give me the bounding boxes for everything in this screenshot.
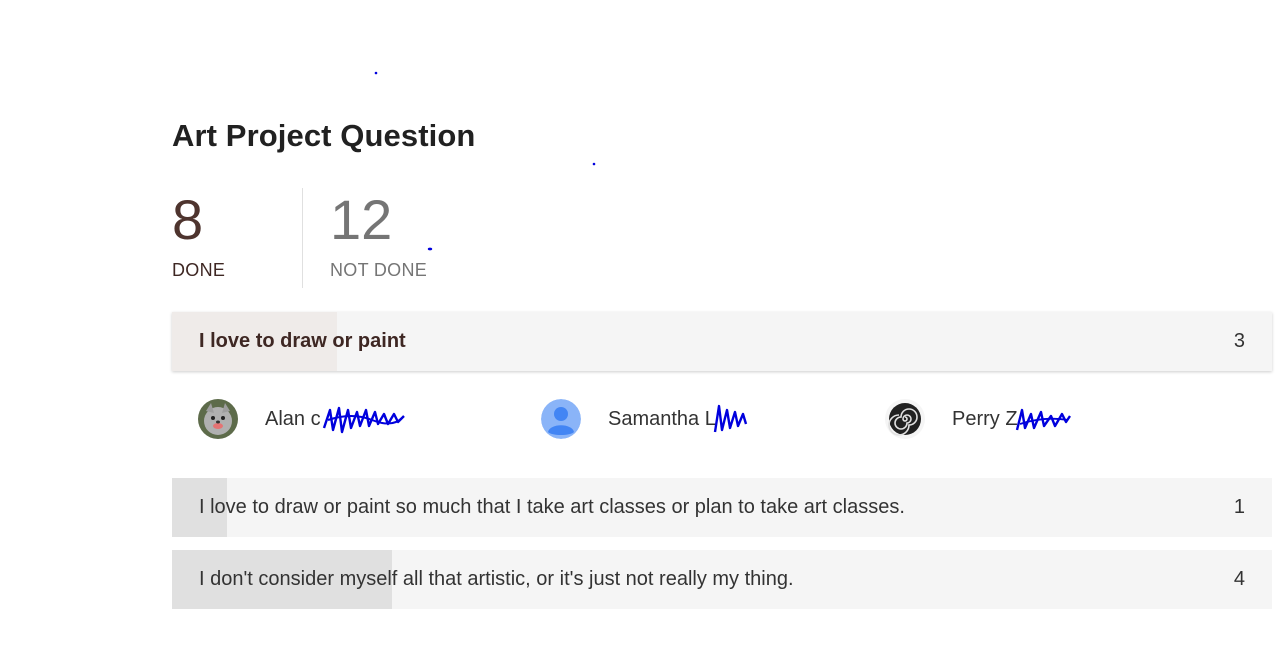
student-samantha[interactable]: Samantha L [541, 398, 716, 440]
stats-divider [302, 188, 303, 288]
answer-row-not-artistic[interactable]: I don't consider myself all that artisti… [172, 550, 1272, 609]
wolf-photo-avatar [198, 399, 238, 439]
done-label: DONE [172, 260, 226, 280]
spiral-shell-avatar [885, 399, 925, 439]
not-done-count: 12 [330, 188, 393, 251]
completion-stats: 8 DONE 12 NOT DONE [172, 186, 572, 288]
answer-count: 4 [1233, 568, 1245, 590]
answer-text: I love to draw or paint [199, 330, 406, 352]
done-stat[interactable]: 8 DONE [172, 186, 225, 281]
redaction-scribble [1015, 408, 1071, 431]
student-perry[interactable]: Perry Z [885, 398, 1018, 440]
answer-count: 1 [1233, 496, 1245, 518]
student-alan[interactable]: Alan c [198, 398, 321, 440]
ink-dot [374, 71, 378, 75]
not-done-label: NOT DONE [330, 260, 428, 280]
answer-text: I love to draw or paint so much that I t… [199, 496, 905, 518]
not-done-stat[interactable]: 12 NOT DONE [330, 186, 427, 281]
answer-count: 3 [1233, 330, 1245, 352]
student-name: Alan c [265, 407, 321, 430]
redaction-scribble [713, 404, 748, 433]
question-results-page: Art Project Question 8 DONE 12 NOT DONE … [0, 0, 1279, 647]
redaction-scribble [322, 406, 405, 434]
answer-row-draw-or-paint[interactable]: I love to draw or paint 3 [172, 312, 1272, 371]
page-title: Art Project Question [172, 118, 476, 153]
student-name: Samantha L [608, 407, 716, 430]
answer-text: I don't consider myself all that artisti… [199, 568, 794, 590]
ink-dot [592, 162, 596, 166]
student-name: Perry Z [952, 407, 1018, 430]
done-count: 8 [172, 188, 204, 251]
default-person-avatar [541, 399, 581, 439]
answer-row-art-classes[interactable]: I love to draw or paint so much that I t… [172, 478, 1272, 537]
